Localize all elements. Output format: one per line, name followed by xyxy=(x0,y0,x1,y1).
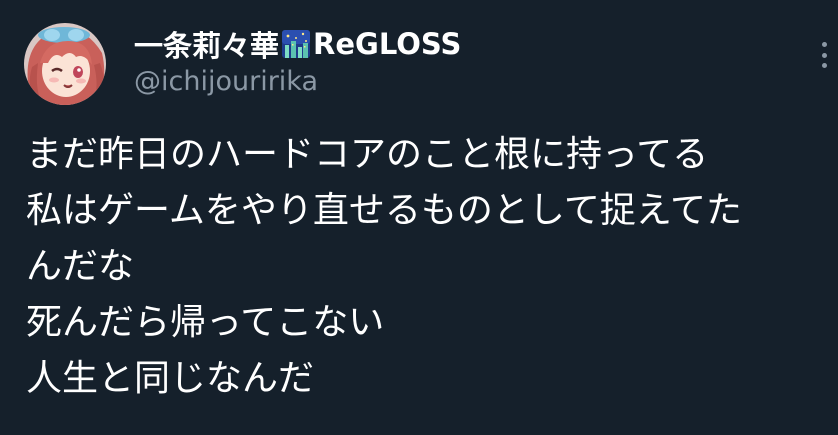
display-name-row[interactable]: 一条莉々華 ReGLOSS xyxy=(134,24,461,64)
tweet-text-line: 死んだら帰ってこない xyxy=(26,302,385,343)
tweet-text-line: 人生と同じなんだ xyxy=(26,358,315,399)
tweet-text-line: まだ昨日のハードコアのこと根に持ってる xyxy=(26,134,709,175)
group-name[interactable]: ReGLOSS xyxy=(313,27,461,61)
more-dot xyxy=(821,63,827,68)
more-dot xyxy=(821,42,827,47)
tweet: 一条莉々華 ReGLOSS @ichijouririka まだ昨日のハードコアの… xyxy=(0,0,838,435)
tweet-text-line: んだな xyxy=(26,246,135,287)
tweet-text-line: 私はゲームをやり直せるものとして捉えてた xyxy=(26,190,743,231)
starry-night-emoji-icon xyxy=(281,29,311,59)
user-handle[interactable]: @ichijouririka xyxy=(134,66,461,97)
tweet-text: まだ昨日のハードコアのこと根に持ってる 私はゲームをやり直せるものとして捉えてた… xyxy=(26,127,826,407)
display-name[interactable]: 一条莉々華 xyxy=(134,23,279,65)
more-dots-icon[interactable] xyxy=(814,42,834,68)
tweet-header: 一条莉々華 ReGLOSS @ichijouririka xyxy=(134,24,461,97)
avatar[interactable] xyxy=(24,23,106,105)
more-dot xyxy=(821,52,827,58)
